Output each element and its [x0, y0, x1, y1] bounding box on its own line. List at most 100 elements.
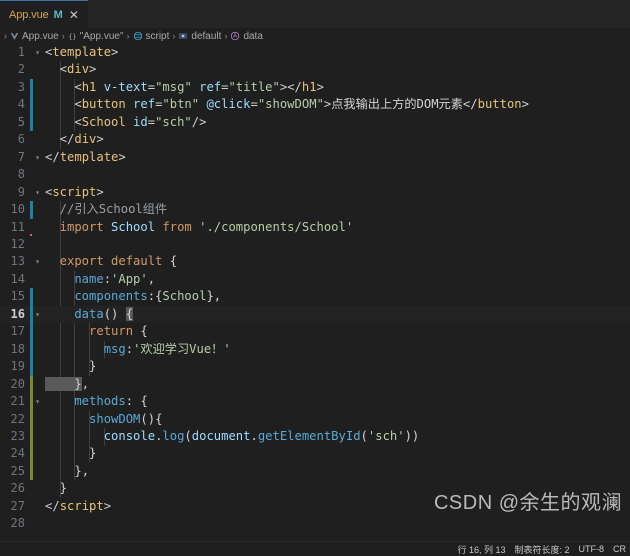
fold-chevron-down-icon[interactable]: ▾	[33, 306, 42, 323]
line-number: 16	[10, 306, 25, 321]
breadcrumb-item-default[interactable]: default	[178, 31, 221, 42]
fold-chevron-down-icon[interactable]: ▾	[33, 393, 42, 410]
change-bar	[30, 515, 33, 532]
code-line[interactable]: 19 }	[0, 358, 630, 376]
code-text[interactable]: export default {	[42, 253, 630, 270]
fold-chevron-down-icon[interactable]: ▾	[33, 184, 42, 201]
breadcrumb-item-root-symbol[interactable]: {} "App.vue"	[68, 31, 123, 42]
code-line[interactable]: 12	[0, 236, 630, 253]
code-line[interactable]: 8	[0, 166, 630, 183]
code-text[interactable]: return {	[42, 323, 630, 340]
code-text[interactable]: </script>	[42, 498, 630, 515]
code-line[interactable]: 28	[0, 515, 630, 532]
code-line[interactable]: 15 components:{School},	[0, 288, 630, 306]
code-line[interactable]: 27 </script>	[0, 498, 630, 515]
code-line[interactable]: 25 },	[0, 462, 630, 481]
code-text[interactable]: },	[42, 463, 630, 480]
code-line[interactable]: 17 return {	[0, 323, 630, 341]
token-tag: script	[59, 498, 104, 513]
code-editor[interactable]: 1 ▾ <template> 2 <div> 3 <h1 v-text="msg" re…	[0, 44, 630, 541]
code-text[interactable]: components:{School},	[42, 288, 630, 305]
token-ident: console	[45, 428, 156, 443]
status-cursor-position[interactable]: 行 16, 列 13	[457, 543, 505, 556]
code-line[interactable]: 23 console.log(document.getElementById('…	[0, 427, 630, 446]
token-punct: <	[45, 62, 68, 77]
code-line[interactable]: 11 import School from './components/Scho…	[0, 219, 630, 236]
tab-title: App.vue	[9, 8, 49, 21]
code-line[interactable]: 4 <button ref="btn" @click="showDOM">点我输…	[0, 96, 630, 114]
token-brk: (	[184, 428, 192, 443]
breadcrumb-label: data	[243, 30, 263, 42]
token-attr: @click	[199, 97, 251, 112]
fold-chevron-down-icon[interactable]: ▾	[33, 44, 42, 61]
code-text[interactable]: }	[42, 358, 630, 375]
code-line[interactable]: 22 showDOM(){	[0, 410, 630, 428]
code-text[interactable]: }	[42, 445, 630, 462]
token-str: "btn"	[162, 97, 200, 112]
code-line[interactable]: 1 ▾ <template>	[0, 44, 630, 61]
token-brk: ()	[103, 306, 126, 321]
code-text[interactable]: //引入School组件	[42, 201, 630, 218]
code-text[interactable]: msg:'欢迎学习Vue！'	[42, 341, 630, 358]
token-tag: div	[74, 132, 97, 147]
code-text[interactable]: },	[42, 376, 630, 393]
fold-chevron-down-icon[interactable]: ▾	[33, 149, 42, 166]
code-text[interactable]: <script>	[42, 184, 630, 201]
change-bar	[30, 166, 33, 183]
code-text[interactable]: </template>	[42, 149, 630, 166]
code-line[interactable]: 2 <div>	[0, 61, 630, 78]
line-number: 3	[17, 79, 25, 94]
code-line[interactable]: 24 }	[0, 445, 630, 463]
token-tag: School	[81, 114, 126, 129]
token-punct: >	[111, 45, 119, 59]
breadcrumb-item-script[interactable]: script	[133, 31, 169, 42]
code-line[interactable]: 9 ▾ <script>	[0, 184, 630, 201]
line-number: 1	[17, 45, 25, 59]
code-line[interactable]: 13 ▾ export default {	[0, 253, 630, 270]
token-prop: data	[45, 306, 104, 321]
code-line[interactable]: 26 }	[0, 480, 630, 497]
status-encoding[interactable]: UTF-8	[579, 544, 605, 554]
token-punct: >	[118, 149, 126, 164]
token-punct: .	[250, 428, 258, 443]
code-text[interactable]: </div>	[42, 131, 630, 148]
status-indentation[interactable]: 制表符长度: 2	[514, 543, 569, 556]
token-punct: >	[521, 97, 529, 112]
code-text[interactable]: data() {	[42, 306, 630, 323]
line-number: 7	[17, 149, 25, 164]
code-text[interactable]: name:'App',	[42, 271, 630, 288]
token-kw: from	[155, 219, 192, 234]
code-line[interactable]: 16 ▾ data() {	[0, 305, 630, 324]
code-text[interactable]: console.log(document.getElementById('sch…	[42, 428, 630, 445]
code-text[interactable]: import School from './components/School'	[42, 219, 630, 236]
editor-tab-app-vue[interactable]: App.vue M ✕	[0, 0, 88, 28]
fold-chevron-down-icon[interactable]: ▾	[33, 253, 42, 270]
code-line[interactable]: 18 msg:'欢迎学习Vue！'	[0, 340, 630, 359]
code-text[interactable]: methods: {	[42, 393, 630, 410]
token-brk: ))	[404, 428, 420, 443]
code-line[interactable]: 6 </div>	[0, 131, 630, 148]
code-lines[interactable]: 1 ▾ <template> 2 <div> 3 <h1 v-text="msg" re…	[0, 44, 630, 541]
code-text[interactable]: showDOM(){	[42, 411, 630, 428]
code-text[interactable]: <template>	[42, 44, 630, 61]
code-text[interactable]: <h1 v-text="msg" ref="title"></h1>	[42, 79, 630, 96]
code-line[interactable]: 5 <School id="sch"/>	[0, 113, 630, 132]
breadcrumb-item-data[interactable]: data	[230, 30, 263, 42]
code-text[interactable]: }	[42, 480, 630, 497]
status-eol[interactable]: CR	[613, 544, 626, 554]
close-icon[interactable]: ✕	[68, 9, 80, 21]
code-text[interactable]: <button ref="btn" @click="showDOM">点我输出上…	[42, 96, 630, 113]
token-punct: ></	[279, 79, 302, 94]
code-line[interactable]: 3 <h1 v-text="msg" ref="title"></h1>	[0, 78, 630, 97]
vue-file-icon	[10, 32, 19, 41]
code-line[interactable]: 10 //引入School组件	[0, 201, 630, 219]
code-line[interactable]: 14 name:'App',	[0, 271, 630, 288]
code-line[interactable]: 21 ▾ methods: {	[0, 393, 630, 411]
token-punct: ,	[213, 289, 222, 304]
code-line[interactable]: 20 },	[0, 375, 630, 394]
code-text[interactable]: <School id="sch"/>	[42, 114, 630, 131]
code-line[interactable]: 7 ▾ </template>	[0, 149, 630, 166]
token-punct: >	[316, 79, 324, 94]
breadcrumb-item-file[interactable]: App.vue	[10, 31, 59, 42]
code-text[interactable]: <div>	[42, 61, 630, 78]
